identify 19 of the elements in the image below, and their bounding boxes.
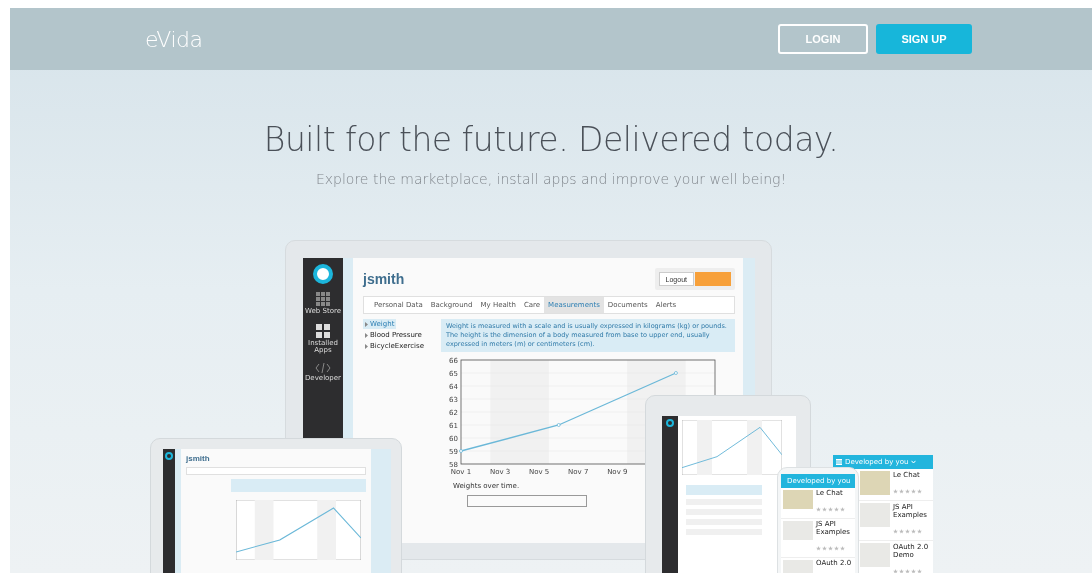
menu-icon: [836, 459, 842, 465]
input-field[interactable]: [467, 495, 587, 508]
logo-icon: [165, 452, 173, 460]
username-heading: jsmith: [363, 271, 405, 287]
app-thumbnail[interactable]: [860, 503, 890, 528]
hero-title: Built for the future. Delivered today.: [262, 120, 840, 159]
logo-icon: [666, 419, 674, 427]
hero-subtitle: Explore the marketplace, install apps and improve your well being!: [314, 171, 788, 187]
grid-icon: [316, 292, 330, 306]
code-icon: [315, 363, 331, 374]
chevron-down-icon: [911, 460, 917, 464]
username-heading: jsmith: [186, 454, 211, 463]
logo-icon: [313, 264, 333, 284]
action-button[interactable]: [695, 272, 731, 286]
app-thumbnail[interactable]: [783, 521, 813, 541]
app-thumbnail[interactable]: [783, 490, 813, 509]
app-thumbnail[interactable]: [860, 471, 890, 495]
apps-icon: [316, 323, 330, 338]
app-thumbnail[interactable]: [860, 543, 890, 568]
